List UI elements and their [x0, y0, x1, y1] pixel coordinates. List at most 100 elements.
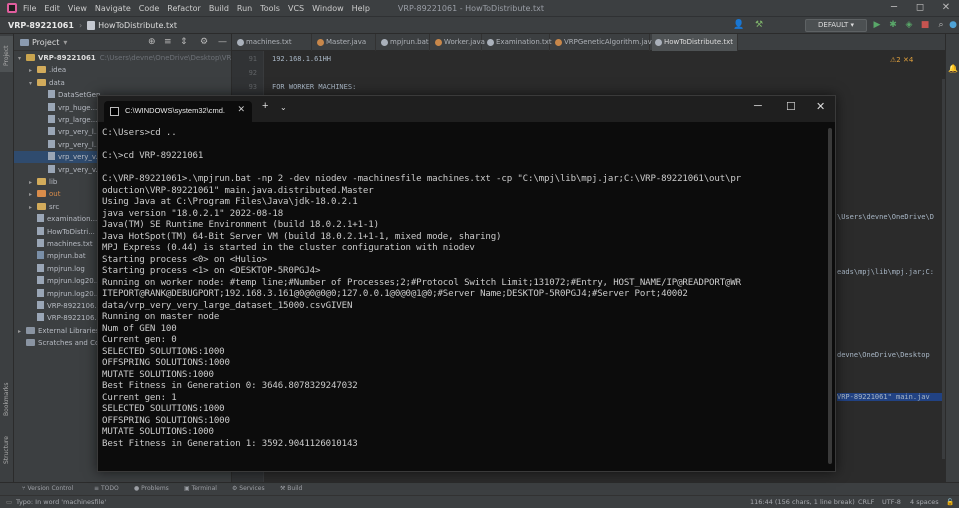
coverage-icon[interactable]: ◈: [903, 19, 915, 31]
close-button[interactable]: ✕: [933, 0, 959, 16]
code-fragment: eads\mpj\lib\mpj.jar;C:: [837, 268, 934, 276]
project-panel-title[interactable]: Project: [32, 38, 59, 47]
cmd-output[interactable]: C:\Users>cd .. C:\>cd VRP-89221061 C:\VRP-…: [102, 128, 822, 458]
tool-tab-problems[interactable]: ● Problems: [134, 485, 169, 492]
chevron-right-icon[interactable]: ▸: [29, 202, 37, 214]
menu-file[interactable]: File: [23, 4, 36, 13]
project-tool-label[interactable]: Project: [3, 45, 10, 66]
tab-label: Examination.txt: [496, 38, 552, 46]
expand-all-icon[interactable]: ⇕: [180, 37, 188, 47]
menu-tools[interactable]: Tools: [260, 4, 280, 13]
tab-worker-java[interactable]: Worker.java: [432, 34, 485, 51]
tab-master-java[interactable]: Master.java: [314, 34, 376, 51]
tree-item[interactable]: ▾ VRP-89221061 C:\Users\devne\OneDrive\Des…: [14, 52, 274, 65]
close-tab-icon[interactable]: ✕: [237, 105, 245, 115]
new-tab-button[interactable]: +: [262, 100, 268, 112]
tab-mpjrun-bat[interactable]: mpjrun.bat: [378, 34, 430, 51]
tree-item-label: out: [49, 190, 61, 199]
chevron-down-icon[interactable]: ▾: [29, 78, 37, 90]
run-icon[interactable]: ▶: [871, 19, 883, 31]
menu-navigate[interactable]: Navigate: [95, 4, 131, 13]
cmd-output-line: SELECTED SOLUTIONS:1000: [102, 346, 225, 357]
chevron-down-icon[interactable]: ▾: [63, 38, 67, 47]
tool-tab-version-control[interactable]: ⑂ Version Control: [22, 485, 73, 492]
gear-icon[interactable]: ⚙: [200, 37, 208, 47]
chevron-right-icon[interactable]: ▸: [29, 189, 37, 201]
tree-item-label: vrp_very_l...: [58, 140, 101, 149]
chevron-down-icon[interactable]: ▾: [18, 53, 26, 65]
status-bar: ▭ Typo: In word 'machinesfile' 116:44 (1…: [0, 495, 959, 508]
line-separator[interactable]: CRLF: [858, 498, 874, 506]
tool-tab-build[interactable]: ⚒ Build: [280, 485, 302, 492]
cmd-close-button[interactable]: ✕: [816, 100, 825, 113]
cmd-scrollbar[interactable]: [828, 128, 832, 464]
menu-vcs[interactable]: VCS: [288, 4, 304, 13]
bookmarks-tool-label[interactable]: Bookmarks: [3, 382, 10, 416]
run-config-select[interactable]: DEFAULT ▾: [805, 19, 867, 32]
tab-examination-txt[interactable]: Examination.txt: [484, 34, 552, 51]
menu-build[interactable]: Build: [209, 4, 229, 13]
tool-tab-terminal[interactable]: ▣ Terminal: [184, 485, 217, 492]
debug-icon[interactable]: ✱: [887, 19, 899, 31]
chevron-down-icon[interactable]: ⌄: [280, 103, 287, 112]
minimize-button[interactable]: ─: [881, 0, 907, 16]
cmd-output-line: Current gen: 1: [102, 392, 177, 403]
cmd-output-line: Current gen: 0: [102, 335, 177, 345]
structure-tool-label[interactable]: Structure: [3, 436, 10, 464]
folder-icon: [26, 54, 35, 61]
terminal-icon: [110, 107, 119, 116]
cmd-minimize-button[interactable]: ─: [754, 100, 762, 112]
tab-label: machines.txt: [246, 38, 292, 46]
caret-position[interactable]: 116:44 (156 chars, 1 line break): [750, 498, 855, 506]
cmd-output-line: java version "18.0.2.1" 2022-08-18: [102, 208, 284, 219]
tree-item[interactable]: ▾ data: [14, 77, 232, 89]
notifications-icon[interactable]: 🔔: [948, 64, 958, 73]
tree-item[interactable]: ▸ .idea: [14, 64, 232, 76]
collapse-all-icon[interactable]: ≡: [164, 37, 172, 47]
indent-setting[interactable]: 4 spaces: [910, 498, 939, 506]
maximize-button[interactable]: ◻: [907, 0, 933, 16]
menu-edit[interactable]: Edit: [44, 4, 60, 13]
stop-icon[interactable]: ■: [919, 19, 931, 31]
cmd-output-line: MUTATE SOLUTIONS:1000: [102, 369, 214, 380]
tab-vrpgeneticalgorithm-java[interactable]: VRPGeneticAlgorithm.java: [552, 34, 656, 51]
inspection-warnings[interactable]: ⚠2 ✕4: [890, 56, 913, 64]
tool-tab-label: TODO: [100, 485, 119, 492]
hide-icon[interactable]: —: [218, 37, 227, 47]
cmd-output-line: Num of GEN 100: [102, 323, 177, 334]
tree-item-label: External Libraries: [38, 326, 100, 335]
cmd-maximize-button[interactable]: ☐: [786, 100, 796, 113]
chevron-right-icon[interactable]: ▸: [18, 326, 26, 338]
chevron-right-icon[interactable]: ▸: [29, 65, 37, 77]
breadcrumb: VRP-89221061 › HowToDistribute.txt: [8, 20, 177, 30]
folder-icon: [37, 190, 46, 198]
cmd-output-line: Starting process <1> on <DESKTOP-5R0PGJ4…: [102, 266, 321, 276]
menu-window[interactable]: Window: [312, 4, 344, 13]
menu-help[interactable]: Help: [352, 4, 370, 13]
cmd-window[interactable]: C:\WINDOWS\system32\cmd. ✕ + ⌄ ─ ☐ ✕ C:\…: [97, 95, 836, 472]
hammer-icon[interactable]: ⚒: [753, 19, 765, 31]
menu-view[interactable]: View: [68, 4, 87, 13]
search-icon[interactable]: ⌕: [935, 19, 947, 31]
breadcrumb-file[interactable]: HowToDistribute.txt: [98, 21, 177, 30]
tool-tab-services[interactable]: ⚙ Services: [232, 485, 265, 492]
menu-run[interactable]: Run: [237, 4, 252, 13]
cmd-output-line: C:\VRP-89221061>.\mpjrun.bat -np 2 -dev …: [102, 174, 741, 184]
tab-howtodistribute-txt[interactable]: HowToDistribute.txt: [652, 34, 738, 51]
tab-machines-txt[interactable]: machines.txt: [234, 34, 312, 51]
jetbrains-icon[interactable]: ●: [947, 19, 959, 31]
chevron-right-icon[interactable]: ▸: [29, 177, 37, 189]
breadcrumb-project[interactable]: VRP-89221061: [8, 21, 74, 30]
locate-icon[interactable]: ⊕: [148, 37, 156, 47]
cmd-output-line: oduction\VRP-89221061" main.java.distrib…: [102, 185, 374, 196]
file-encoding[interactable]: UTF-8: [882, 498, 901, 506]
tree-item-label: vrp_large...: [58, 116, 98, 124]
file-icon: [37, 214, 44, 223]
cmd-title-bar[interactable]: C:\WINDOWS\system32\cmd. ✕ + ⌄ ─ ☐ ✕: [98, 96, 835, 122]
menu-code[interactable]: Code: [139, 4, 159, 13]
lock-icon[interactable]: 🔓: [946, 498, 954, 506]
cmd-tab[interactable]: C:\WINDOWS\system32\cmd. ✕: [104, 101, 252, 122]
menu-refactor[interactable]: Refactor: [167, 4, 201, 13]
user-icon[interactable]: 👤: [733, 19, 745, 31]
tool-tab-todo[interactable]: ≡ TODO: [94, 485, 119, 492]
